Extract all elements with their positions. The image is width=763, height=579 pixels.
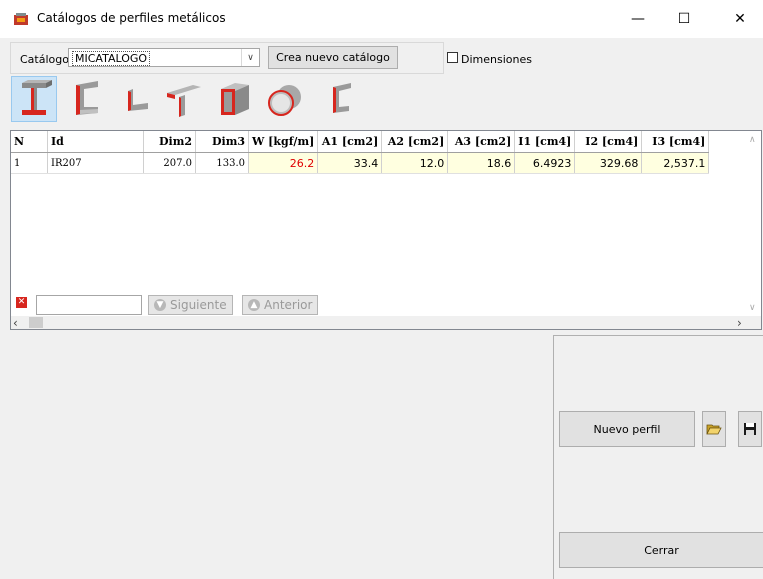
box-icon bbox=[221, 83, 249, 115]
col-id[interactable]: Id bbox=[47, 131, 144, 153]
table-row[interactable]: 1 IR207 207.0 133.0 26.2 33.4 12.0 18.6 … bbox=[11, 152, 710, 174]
profiles-table: N Id Dim2 Dim3 W [kgf/m] A1 [cm2] A2 [cm… bbox=[11, 131, 710, 174]
next-label: Siguiente bbox=[170, 298, 227, 312]
profile-type-tee[interactable] bbox=[160, 76, 206, 122]
folder-open-icon bbox=[706, 424, 722, 435]
new-profile-button[interactable]: Nuevo perfil bbox=[559, 411, 695, 447]
previous-button[interactable]: ▲ Anterior bbox=[242, 295, 319, 315]
search-input[interactable] bbox=[36, 295, 142, 315]
arrow-down-icon: ▼ bbox=[154, 299, 166, 311]
col-n[interactable]: N bbox=[11, 131, 48, 153]
catalog-select-value: MICATALOGO bbox=[72, 51, 151, 66]
pipe-icon bbox=[268, 85, 301, 116]
app-icon bbox=[14, 13, 28, 25]
cell-a2[interactable]: 12.0 bbox=[381, 152, 449, 174]
profile-type-angle[interactable] bbox=[113, 76, 159, 122]
floppy-disk-icon bbox=[744, 423, 756, 435]
i-beam-icon bbox=[22, 80, 52, 115]
open-button[interactable] bbox=[702, 411, 726, 447]
cell-i3[interactable]: 2,537.1 bbox=[641, 152, 710, 174]
cell-a1[interactable]: 33.4 bbox=[317, 152, 383, 174]
arrow-up-icon: ▲ bbox=[248, 299, 260, 311]
profile-type-channel[interactable] bbox=[63, 76, 109, 122]
scroll-left-icon[interactable]: ‹ bbox=[13, 316, 18, 329]
clear-search-icon[interactable]: ✕ bbox=[16, 297, 27, 308]
col-a2[interactable]: A2 [cm2] bbox=[381, 131, 449, 153]
col-dim3[interactable]: Dim3 bbox=[195, 131, 249, 153]
col-i1[interactable]: I1 [cm4] bbox=[514, 131, 576, 153]
cell-a3[interactable]: 18.6 bbox=[447, 152, 516, 174]
window-title: Catálogos de perfiles metálicos bbox=[37, 11, 226, 25]
col-weight[interactable]: W [kgf/m] bbox=[248, 131, 319, 153]
col-i3[interactable]: I3 [cm4] bbox=[641, 131, 710, 153]
cell-dim2[interactable]: 207.0 bbox=[143, 152, 196, 174]
tee-icon bbox=[167, 85, 201, 117]
dimensions-checkbox[interactable] bbox=[447, 52, 458, 63]
z-channel-icon bbox=[333, 83, 351, 113]
next-button[interactable]: ▼ Siguiente bbox=[148, 295, 233, 315]
profile-type-z-channel[interactable] bbox=[316, 76, 362, 122]
minimize-button[interactable]: — bbox=[615, 0, 661, 38]
catalog-label: Catálogo: bbox=[20, 53, 73, 66]
profiles-grid[interactable]: N Id Dim2 Dim3 W [kgf/m] A1 [cm2] A2 [cm… bbox=[10, 130, 762, 330]
col-a3[interactable]: A3 [cm2] bbox=[447, 131, 516, 153]
angle-icon bbox=[128, 89, 148, 111]
col-dim2[interactable]: Dim2 bbox=[143, 131, 196, 153]
col-i2[interactable]: I2 [cm4] bbox=[574, 131, 643, 153]
catalog-select[interactable]: MICATALOGO ∨ bbox=[68, 48, 260, 67]
cell-i2[interactable]: 329.68 bbox=[574, 152, 643, 174]
new-catalog-button[interactable]: Crea nuevo catálogo bbox=[268, 46, 398, 69]
close-button[interactable]: Cerrar bbox=[559, 532, 763, 568]
profile-type-box[interactable] bbox=[210, 76, 256, 122]
cell-dim3[interactable]: 133.0 bbox=[195, 152, 249, 174]
col-a1[interactable]: A1 [cm2] bbox=[317, 131, 383, 153]
previous-label: Anterior bbox=[264, 298, 313, 312]
close-window-button[interactable]: ✕ bbox=[717, 0, 763, 38]
horizontal-scrollbar[interactable]: ‹ › bbox=[11, 316, 761, 329]
chevron-down-icon[interactable]: ∨ bbox=[241, 49, 259, 66]
dimensions-label: Dimensiones bbox=[461, 53, 532, 66]
scroll-thumb[interactable] bbox=[29, 317, 43, 328]
profile-type-i-beam[interactable] bbox=[11, 76, 57, 122]
scroll-up-icon[interactable]: ∧ bbox=[749, 135, 756, 145]
scroll-right-icon[interactable]: › bbox=[737, 316, 742, 329]
cell-n[interactable]: 1 bbox=[11, 152, 48, 174]
scroll-down-icon[interactable]: ∨ bbox=[749, 303, 756, 313]
cell-id[interactable]: IR207 bbox=[47, 152, 144, 174]
table-header-row: N Id Dim2 Dim3 W [kgf/m] A1 [cm2] A2 [cm… bbox=[11, 131, 710, 153]
profile-type-pipe[interactable] bbox=[262, 76, 308, 122]
cell-i1[interactable]: 6.4923 bbox=[514, 152, 576, 174]
cell-weight[interactable]: 26.2 bbox=[248, 152, 319, 174]
channel-icon bbox=[76, 81, 98, 115]
save-button[interactable] bbox=[738, 411, 762, 447]
maximize-button[interactable]: ☐ bbox=[661, 0, 707, 38]
close-button-label: Cerrar bbox=[644, 543, 679, 557]
